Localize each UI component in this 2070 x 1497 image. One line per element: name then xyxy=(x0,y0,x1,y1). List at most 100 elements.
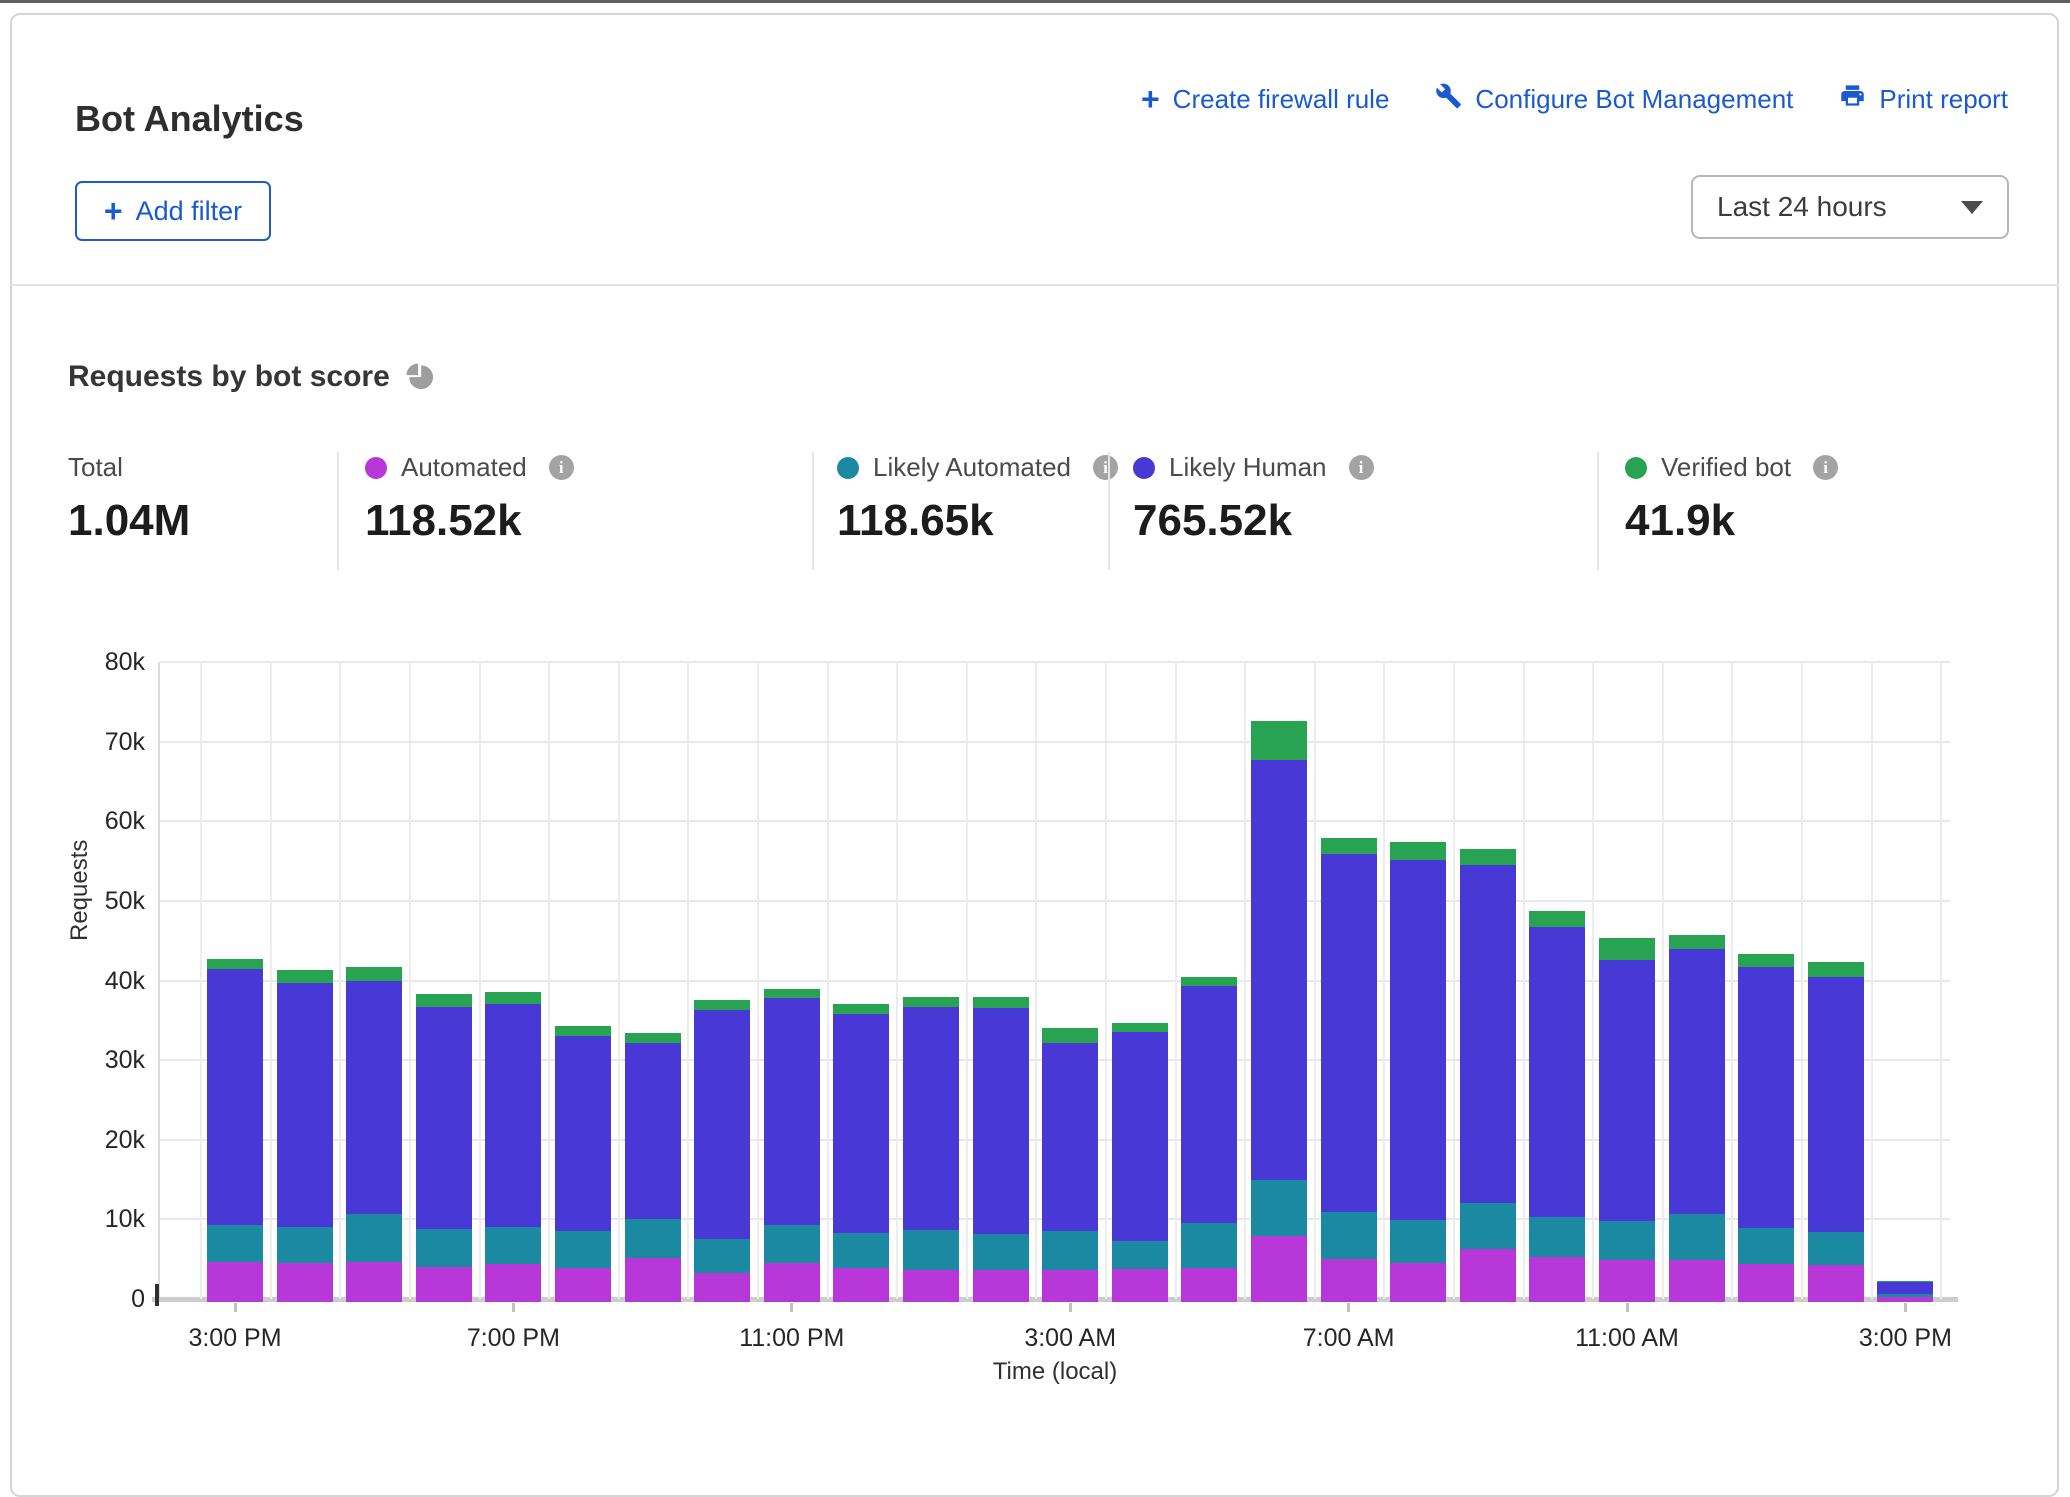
bar-segment-verified-bot xyxy=(277,970,333,983)
stat-divider xyxy=(812,452,814,570)
bar-hour-8 xyxy=(764,989,820,1302)
bar-segment-verified-bot xyxy=(1599,938,1655,960)
x-axis-tick xyxy=(512,1303,515,1312)
bar-segment-automated xyxy=(973,1270,1029,1303)
bar-segment-verified-bot xyxy=(555,1026,611,1036)
gridline-vertical xyxy=(618,662,620,1299)
y-tick-label: 70k xyxy=(30,727,145,757)
bar-segment-verified-bot xyxy=(1390,842,1446,860)
bar-segment-automated xyxy=(1251,1236,1307,1302)
bar-segment-verified-bot xyxy=(1460,849,1516,865)
x-tick-label: 3:00 AM xyxy=(970,1324,1170,1353)
stat-likely-automated-value: 118.65k xyxy=(837,496,1118,546)
x-axis-tick xyxy=(1069,1303,1072,1312)
gridline-vertical xyxy=(1592,662,1594,1299)
stat-likely-human-label: Likely Human xyxy=(1169,452,1327,483)
bar-hour-17 xyxy=(1390,842,1446,1302)
bar-segment-automated xyxy=(1112,1269,1168,1302)
y-tick-label: 50k xyxy=(30,886,145,916)
bar-segment-likely-automated xyxy=(1390,1220,1446,1263)
window-top-edge xyxy=(0,0,2070,3)
bar-segment-verified-bot xyxy=(1112,1023,1168,1033)
stat-divider xyxy=(337,452,339,570)
gridline-vertical xyxy=(896,662,898,1299)
y-tick-label: 60k xyxy=(30,806,145,836)
gridline-vertical xyxy=(1453,662,1455,1299)
bar-hour-18 xyxy=(1460,849,1516,1302)
bar-segment-likely-human xyxy=(1390,860,1446,1221)
bar-hour-15 xyxy=(1251,721,1307,1302)
gridline-vertical xyxy=(200,662,202,1299)
bar-hour-3 xyxy=(416,994,472,1302)
stat-likely-human: Likely Human i 765.52k xyxy=(1133,452,1374,546)
bar-hour-21 xyxy=(1669,935,1725,1302)
header-divider xyxy=(11,284,2059,286)
bar-segment-likely-human xyxy=(485,1004,541,1228)
gridline-vertical xyxy=(270,662,272,1299)
bar-segment-automated xyxy=(1529,1257,1585,1302)
bar-segment-verified-bot xyxy=(485,992,541,1004)
bar-segment-likely-human xyxy=(1321,854,1377,1212)
bar-segment-likely-automated xyxy=(694,1239,750,1273)
stat-divider xyxy=(1597,452,1599,570)
info-icon[interactable]: i xyxy=(549,455,574,480)
bar-segment-likely-automated xyxy=(1112,1241,1168,1269)
create-firewall-rule-link[interactable]: + Create firewall rule xyxy=(1141,84,1389,115)
bar-hour-16 xyxy=(1321,838,1377,1302)
bar-hour-20 xyxy=(1599,938,1655,1302)
gridline-horizontal xyxy=(160,661,1950,663)
bar-segment-automated xyxy=(1599,1260,1655,1302)
y-tick-label: 0 xyxy=(30,1284,145,1314)
gridline-horizontal xyxy=(160,900,1950,902)
bar-segment-likely-automated xyxy=(1599,1221,1655,1260)
gridline-vertical xyxy=(1871,662,1873,1299)
gridline-vertical xyxy=(1035,662,1037,1299)
x-axis-tick xyxy=(790,1303,793,1312)
x-axis-tick xyxy=(234,1303,237,1312)
configure-bot-management-link[interactable]: Configure Bot Management xyxy=(1435,82,1793,116)
bar-segment-likely-human xyxy=(625,1043,681,1219)
bar-segment-automated xyxy=(625,1258,681,1302)
bar-segment-likely-human xyxy=(207,969,263,1225)
gridline-vertical xyxy=(1662,662,1664,1299)
gridline-horizontal xyxy=(160,820,1950,822)
bar-segment-likely-automated xyxy=(277,1227,333,1263)
bar-segment-automated xyxy=(903,1270,959,1302)
gridline-vertical xyxy=(966,662,968,1299)
likely-automated-dot-icon xyxy=(837,457,859,479)
bar-segment-likely-automated xyxy=(1460,1203,1516,1249)
bar-segment-automated xyxy=(1738,1264,1794,1302)
bar-segment-automated xyxy=(1808,1265,1864,1302)
y-axis-tick-labels: 010k20k30k40k50k60k70k80k xyxy=(30,662,145,1299)
gridline-vertical xyxy=(339,662,341,1299)
gridline-vertical xyxy=(1314,662,1316,1299)
stat-likely-human-value: 765.52k xyxy=(1133,496,1374,546)
chevron-down-icon xyxy=(1961,201,1983,214)
bar-segment-likely-human xyxy=(555,1036,611,1231)
bar-segment-likely-human xyxy=(346,981,402,1214)
bar-segment-likely-automated xyxy=(1808,1232,1864,1265)
bar-segment-likely-human xyxy=(416,1007,472,1229)
bar-segment-verified-bot xyxy=(833,1004,889,1014)
stat-total-value: 1.04M xyxy=(68,496,190,546)
bar-segment-verified-bot xyxy=(764,989,820,999)
y-tick-label: 40k xyxy=(30,966,145,996)
time-range-select[interactable]: Last 24 hours xyxy=(1691,175,2009,239)
info-icon[interactable]: i xyxy=(1093,455,1118,480)
print-report-link[interactable]: Print report xyxy=(1839,82,2008,116)
bar-segment-automated xyxy=(833,1268,889,1302)
add-filter-button[interactable]: + Add filter xyxy=(75,181,271,241)
y-tick-label: 20k xyxy=(30,1125,145,1155)
bar-segment-automated xyxy=(1321,1259,1377,1302)
bar-segment-likely-automated xyxy=(1321,1212,1377,1259)
info-icon[interactable]: i xyxy=(1349,455,1374,480)
bar-segment-likely-automated xyxy=(485,1227,541,1264)
bar-segment-automated xyxy=(277,1263,333,1302)
printer-icon xyxy=(1839,82,1866,116)
x-axis-tick xyxy=(1347,1303,1350,1312)
bar-hour-6 xyxy=(625,1033,681,1302)
info-icon[interactable]: i xyxy=(1813,455,1838,480)
bar-segment-likely-human xyxy=(694,1010,750,1239)
gridline-vertical xyxy=(1801,662,1803,1299)
automated-dot-icon xyxy=(365,457,387,479)
